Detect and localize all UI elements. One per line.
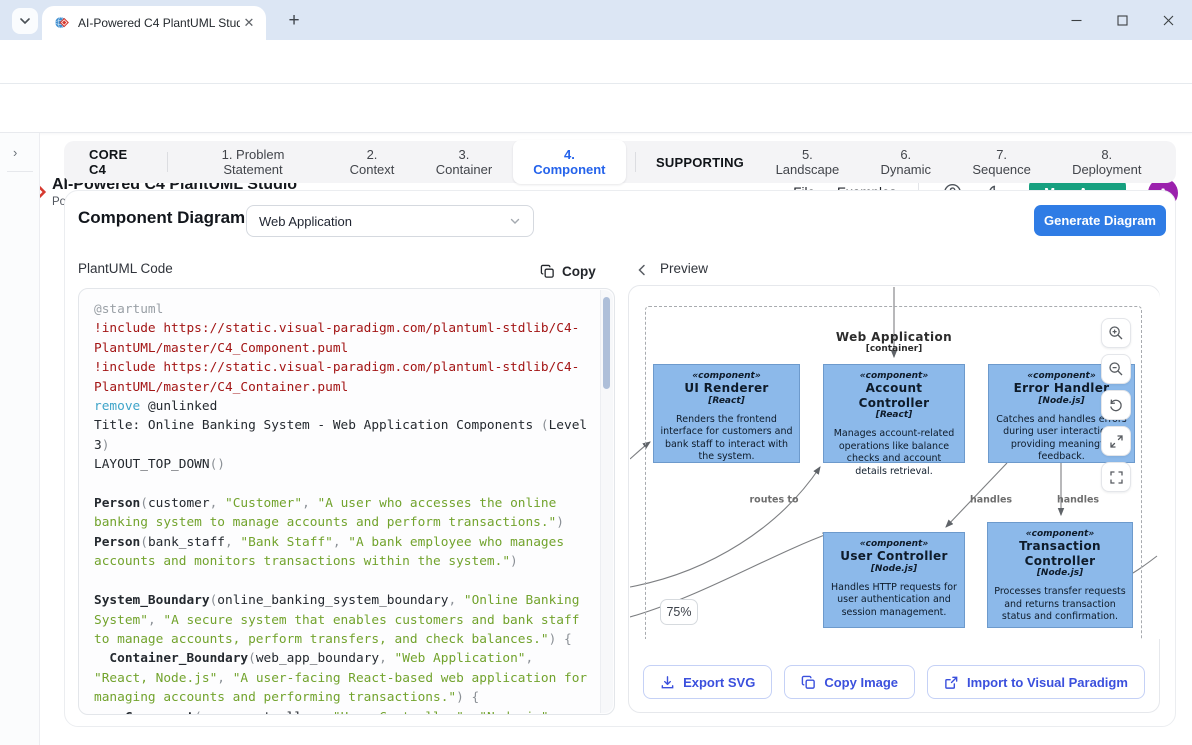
expand-button[interactable] bbox=[1101, 426, 1131, 456]
sidebar-divider bbox=[7, 171, 33, 172]
code-line: LAYOUT_TOP_DOWN() bbox=[94, 455, 592, 474]
component-ui-renderer: «component»UI Renderer[React]Renders the… bbox=[653, 364, 800, 463]
tab-5-landscape[interactable]: 5. Landscape bbox=[755, 140, 860, 184]
tab-6-dynamic[interactable]: 6. Dynamic bbox=[860, 140, 952, 184]
copy-code-button[interactable]: Copy bbox=[540, 258, 596, 284]
diagram-select-value: Web Application bbox=[259, 214, 509, 229]
code-line: remove @unlinked bbox=[94, 397, 592, 416]
code-line bbox=[94, 475, 592, 494]
code-line bbox=[94, 572, 592, 591]
export-svg-label: Export SVG bbox=[683, 675, 755, 690]
close-icon bbox=[1163, 15, 1174, 26]
new-tab-button[interactable]: + bbox=[282, 9, 306, 33]
plantuml-code-editor[interactable]: @startuml!include https://static.visual-… bbox=[78, 288, 615, 715]
window-minimize-button[interactable] bbox=[1053, 0, 1099, 40]
nav-divider bbox=[167, 152, 168, 172]
collapsed-sidebar: › bbox=[0, 133, 40, 745]
nav-divider bbox=[635, 152, 636, 172]
collapse-preview-chevron[interactable] bbox=[637, 263, 647, 281]
tab-close-icon[interactable]: ✕ bbox=[240, 14, 258, 32]
component-account-controller: «component»Account Controller[React]Mana… bbox=[823, 364, 965, 463]
code-line: Component(user_controller, "User Control… bbox=[94, 708, 592, 714]
boundary-title: Web Application bbox=[780, 330, 1008, 344]
reset-view-button[interactable] bbox=[1101, 390, 1131, 420]
code-line: !include https://static.visual-paradigm.… bbox=[94, 358, 592, 397]
browser-window: AI-Powered C4 PlantUML Studio ✕ + ← → ↻ … bbox=[0, 0, 1192, 745]
download-icon bbox=[660, 675, 675, 690]
import-to-visual-paradigm-button[interactable]: Import to Visual Paradigm bbox=[927, 665, 1145, 699]
export-svg-button[interactable]: Export SVG bbox=[643, 665, 772, 699]
edge-label-handles: handles bbox=[1057, 495, 1099, 506]
generate-diagram-button[interactable]: Generate Diagram bbox=[1034, 205, 1166, 236]
chevron-down-icon bbox=[509, 215, 521, 227]
tab-search-chevron-button[interactable] bbox=[12, 8, 38, 34]
code-line: System_Boundary(online_banking_system_bo… bbox=[94, 591, 592, 649]
component-user-controller: «component»User Controller[Node.js]Handl… bbox=[823, 532, 965, 628]
scrollbar-thumb[interactable] bbox=[603, 297, 610, 389]
copy-label: Copy bbox=[562, 264, 596, 279]
browser-tab[interactable]: AI-Powered C4 PlantUML Studio ✕ bbox=[42, 6, 266, 40]
diagram-select[interactable]: Web Application bbox=[246, 205, 534, 237]
scrollbar-track[interactable] bbox=[600, 290, 613, 713]
copy-image-label: Copy Image bbox=[824, 675, 898, 690]
preview-actions: Export SVG Copy Image Import to Visual P… bbox=[629, 665, 1159, 699]
code-line: Person(bank_staff, "Bank Staff", "A bank… bbox=[94, 533, 592, 572]
diagram-canvas[interactable]: Web Application [container] «component»U… bbox=[630, 287, 1160, 639]
boundary-subtitle: [container] bbox=[780, 344, 1008, 354]
tab-1-problem-statement[interactable]: 1. Problem Statement bbox=[177, 140, 329, 184]
code-panel-label: PlantUML Code bbox=[78, 261, 173, 276]
minimize-icon bbox=[1071, 15, 1082, 26]
browser-tab-title: AI-Powered C4 PlantUML Studio bbox=[78, 16, 240, 30]
component-transaction-controller: «component»Transaction Controller[Node.j… bbox=[987, 522, 1133, 628]
preview-panel-label: Preview bbox=[660, 261, 708, 276]
copy-image-button[interactable]: Copy Image bbox=[784, 665, 915, 699]
favicon-visual-paradigm bbox=[54, 15, 70, 31]
zoom-out-button[interactable] bbox=[1101, 354, 1131, 384]
chevron-left-icon bbox=[637, 264, 647, 276]
code-line: Person(customer, "Customer", "A user who… bbox=[94, 494, 592, 533]
app-header: AI-Powered C4 PlantUML Studio Powered by… bbox=[0, 84, 1192, 133]
browser-tab-strip: AI-Powered C4 PlantUML Studio ✕ + bbox=[0, 0, 1192, 40]
code-line: Container_Boundary(web_app_boundary, "We… bbox=[94, 649, 592, 707]
tab-3-container[interactable]: 3. Container bbox=[415, 140, 513, 184]
chevron-down-icon bbox=[19, 15, 31, 27]
tab-8-deployment[interactable]: 8. Deployment bbox=[1052, 140, 1162, 184]
sidebar-expand-chevron[interactable]: › bbox=[13, 145, 17, 160]
tab-2-context[interactable]: 2. Context bbox=[329, 140, 415, 184]
preview-panel: Web Application [container] «component»U… bbox=[628, 285, 1160, 713]
window-maximize-button[interactable] bbox=[1099, 0, 1145, 40]
nav-section-core-c4: CORE C4 bbox=[78, 147, 158, 177]
fullscreen-button[interactable] bbox=[1101, 462, 1131, 492]
zoom-level-badge[interactable]: 75% bbox=[660, 599, 698, 625]
tab-7-sequence[interactable]: 7. Sequence bbox=[952, 140, 1052, 184]
code-line: !include https://static.visual-paradigm.… bbox=[94, 319, 592, 358]
nav-section-supporting: SUPPORTING bbox=[645, 155, 755, 170]
external-link-icon bbox=[944, 675, 959, 690]
window-close-button[interactable] bbox=[1145, 0, 1191, 40]
copy-icon bbox=[801, 675, 816, 690]
page-title: Component Diagram bbox=[78, 208, 245, 228]
zoom-in-button[interactable] bbox=[1101, 318, 1131, 348]
edge-label-routes-to: routes to bbox=[750, 495, 799, 506]
browser-toolbar: ← → ↻ ai-toolbox.visual-paradigm.com/app… bbox=[0, 40, 1192, 84]
tab-4-component[interactable]: 4. Component bbox=[513, 140, 626, 184]
import-label: Import to Visual Paradigm bbox=[967, 675, 1128, 690]
diagram-nav-tabs: CORE C4 1. Problem Statement2. Context3. … bbox=[64, 141, 1176, 183]
code-line: @startuml bbox=[94, 300, 592, 319]
copy-icon bbox=[540, 264, 555, 279]
code-line: Title: Online Banking System - Web Appli… bbox=[94, 416, 592, 455]
maximize-icon bbox=[1117, 15, 1128, 26]
code-content[interactable]: @startuml!include https://static.visual-… bbox=[79, 289, 600, 714]
edge-label-handles: handles bbox=[970, 495, 1012, 506]
